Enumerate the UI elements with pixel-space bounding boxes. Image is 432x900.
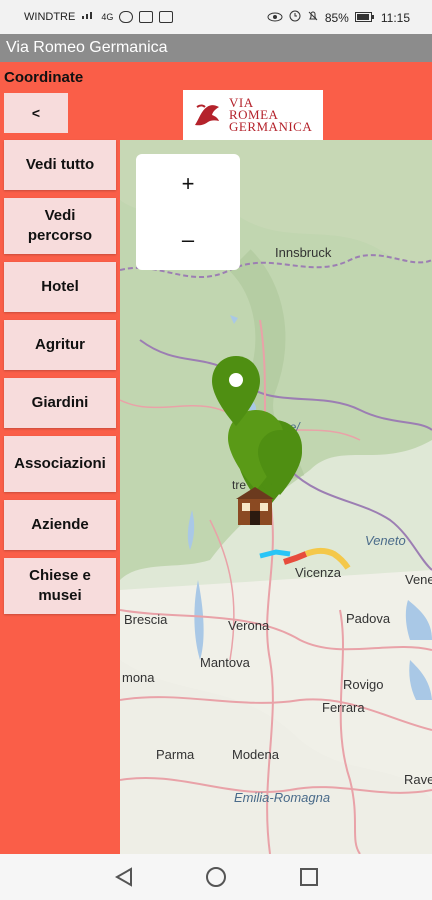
home-nav-icon[interactable]	[205, 866, 227, 888]
chiese-e-musei-button[interactable]: Chiese e musei	[4, 558, 116, 614]
map-label-veneto: Veneto	[365, 533, 406, 548]
main-content: Coordinate < VIA ROMEA GERMANICA Vedi tu…	[0, 62, 432, 854]
church-marker-icon[interactable]	[232, 485, 278, 527]
eye-icon	[267, 11, 283, 25]
back-button[interactable]: <	[4, 93, 68, 133]
back-nav-icon[interactable]	[113, 866, 135, 888]
map-label-emilia-romagna: Emilia-Romagna	[234, 790, 331, 805]
recents-nav-icon[interactable]	[298, 866, 320, 888]
battery-icon	[354, 11, 375, 25]
alarm-icon	[289, 10, 301, 25]
map-label-brescia: Brescia	[124, 612, 168, 627]
clock-time: 11:15	[380, 10, 410, 25]
map-label-verona: Verona	[228, 618, 270, 633]
giardini-button[interactable]: Giardini	[4, 378, 116, 428]
aziende-button[interactable]: Aziende	[4, 500, 116, 550]
logo-text: VIA ROMEA GERMANICA	[229, 96, 313, 134]
map-label-vicenza: Vicenza	[295, 565, 342, 580]
logo-emblem-icon	[195, 104, 219, 126]
status-bar: WINDTRE 4G 85% 11:15	[0, 0, 432, 34]
map-label-padova: Padova	[346, 611, 391, 626]
zoom-in-button[interactable]: +	[136, 156, 240, 212]
signal-icon	[81, 10, 95, 23]
map-label-parma: Parma	[156, 747, 195, 762]
battery-percent: 85%	[324, 10, 349, 25]
carrier-label: WINDTRE	[24, 10, 76, 23]
map-label-innsbruck: Innsbruck	[275, 245, 332, 260]
map-label-ferrara: Ferrara	[322, 700, 365, 715]
whatsapp-icon	[119, 10, 134, 23]
system-nav-bar	[0, 854, 432, 900]
zoom-out-button[interactable]: –	[136, 212, 240, 268]
map-label-modena: Modena	[232, 747, 279, 762]
coordinate-label: Coordinate	[4, 69, 84, 86]
logo-line-3: GERMANICA	[229, 119, 313, 134]
hotel-button[interactable]: Hotel	[4, 262, 116, 312]
map-label-cremona: mona	[122, 670, 155, 685]
calendar-icon	[139, 10, 154, 23]
agritur-button[interactable]: Agritur	[4, 320, 116, 370]
map-label-rovigo: Rovigo	[343, 677, 384, 692]
vedi-tutto-button[interactable]: Vedi tutto	[4, 140, 116, 190]
message-icon	[159, 10, 174, 23]
network-label: 4G	[101, 11, 114, 22]
via-romea-germanica-logo: VIA ROMEA GERMANICA	[183, 90, 323, 140]
map-view[interactable]: Innsbruck Veneto Vicenza Vene Brescia Ve…	[120, 140, 432, 854]
mute-icon	[307, 10, 319, 25]
zoom-control: + –	[136, 154, 240, 270]
map-label-mantova: Mantova	[200, 655, 250, 670]
map-label-venezia: Vene	[405, 572, 432, 587]
vedi-percorso-button[interactable]: Vedi percorso	[4, 198, 116, 254]
associazioni-button[interactable]: Associazioni	[4, 436, 116, 492]
app-title: Via Romeo Germanica	[6, 39, 168, 56]
map-label-ravenna: Rave	[404, 772, 432, 787]
app-title-bar: Via Romeo Germanica	[0, 34, 432, 62]
